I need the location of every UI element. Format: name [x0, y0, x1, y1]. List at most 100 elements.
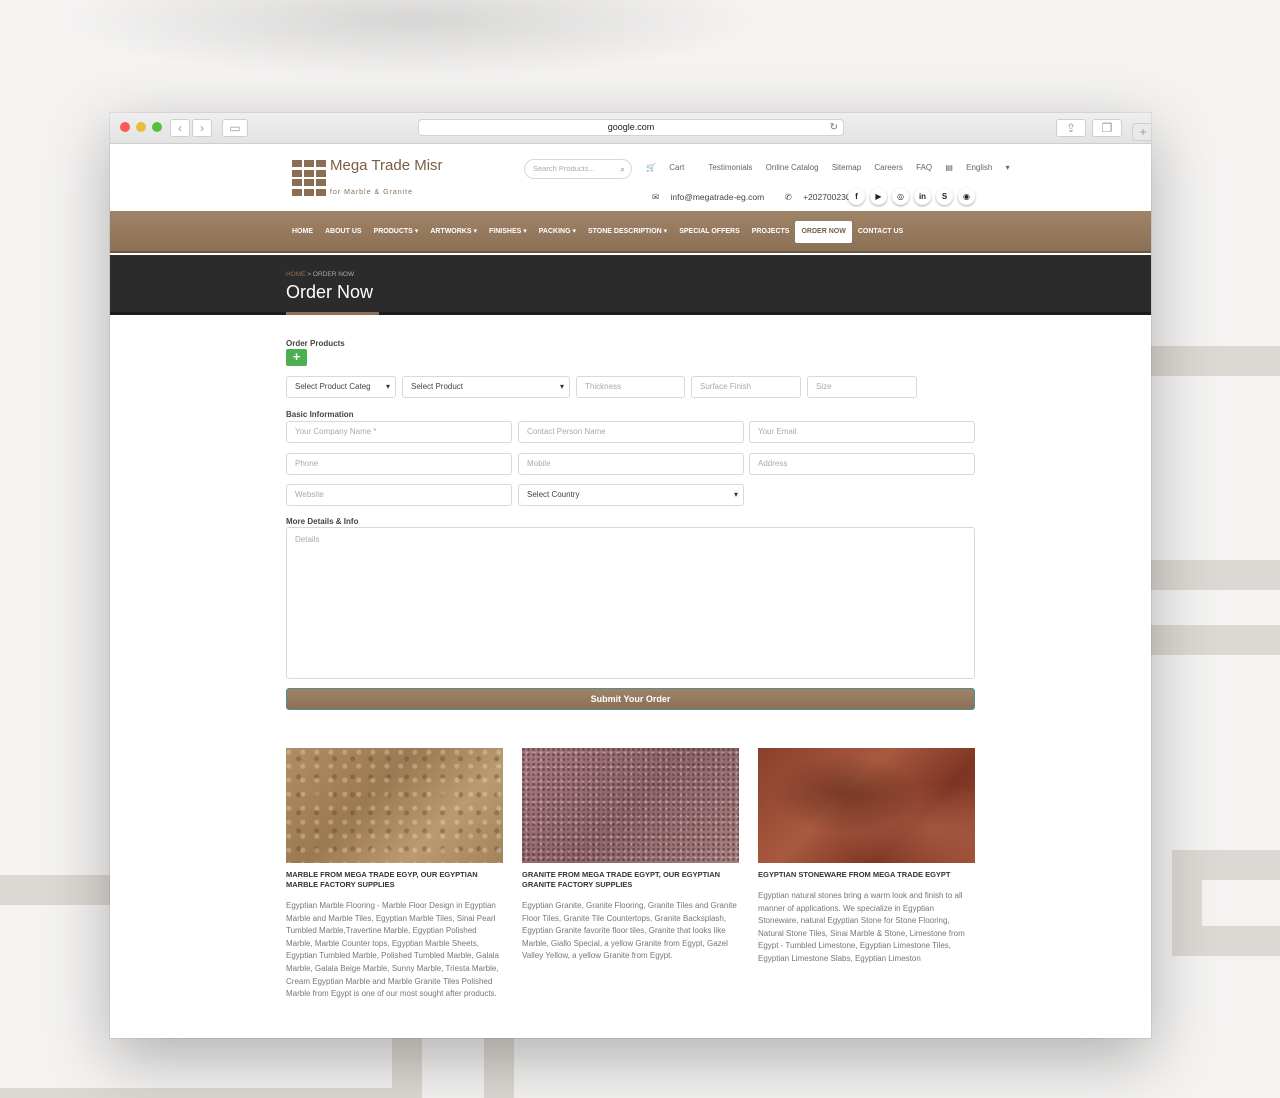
top-link-careers[interactable]: Careers — [874, 163, 902, 172]
product-select[interactable]: Select Product — [402, 376, 570, 398]
breadcrumb-separator: > — [307, 271, 312, 278]
title-accent — [286, 312, 379, 315]
close-window-button[interactable] — [120, 122, 130, 132]
logo-title: Mega Trade Misr — [330, 157, 443, 174]
top-links: 🛒 Cart Testimonials Online Catalog Sitem… — [646, 163, 1032, 172]
nav-home[interactable]: HOME — [286, 221, 319, 243]
top-link-cart[interactable]: 🛒 Cart — [646, 163, 695, 172]
top-link-faq[interactable]: FAQ — [916, 163, 932, 172]
google-icon[interactable]: ◎ — [892, 188, 909, 205]
maximize-window-button[interactable] — [152, 122, 162, 132]
top-link-online-catalog[interactable]: Online Catalog — [766, 163, 819, 172]
tabs-overview-button[interactable]: ❐ — [1092, 119, 1122, 137]
language-selector[interactable]: ▤ English ▾ — [945, 163, 1020, 172]
card-title[interactable]: GRANITE FROM MEGA TRADE EGYPT, OUR EGYPT… — [522, 870, 739, 890]
breadcrumb: HOME > ORDER NOW — [286, 271, 354, 278]
search-icon[interactable]: ⌕ — [620, 160, 625, 178]
more-details-label: More Details & Info — [286, 517, 359, 526]
details-textarea[interactable]: Details — [286, 527, 975, 679]
product-card-marble: MARBLE FROM MEGA TRADE EGYP, OUR EGYPTIA… — [286, 748, 503, 1001]
background-band — [392, 1038, 422, 1098]
card-text: Egyptian natural stones bring a warm loo… — [758, 891, 965, 963]
tabs-icon: ❐ — [1101, 121, 1113, 135]
linkedin-icon[interactable]: in — [914, 188, 931, 205]
chevron-right-icon: › — [200, 121, 204, 135]
nav-products[interactable]: PRODUCTS ▾ — [368, 221, 425, 243]
background-band — [1150, 346, 1280, 376]
breadcrumb-home[interactable]: HOME — [286, 271, 306, 278]
nav-items: HOME ABOUT US PRODUCTS ▾ ARTWORKS ▾ FINI… — [286, 221, 909, 243]
nav-packing[interactable]: PACKING ▾ — [533, 221, 582, 243]
nav-order-now[interactable]: ORDER NOW — [795, 221, 852, 243]
url-text: google.com — [607, 122, 655, 132]
email-input[interactable]: Your Email — [749, 421, 975, 443]
youtube-icon[interactable]: ▶ — [870, 188, 887, 205]
company-name-input[interactable]: Your Company Name * — [286, 421, 512, 443]
size-input[interactable]: Size — [807, 376, 917, 398]
contact-line: ✉ info@megatrade-eg.com ✆ +2027002300 — [652, 192, 873, 203]
nav-about-us[interactable]: ABOUT US — [319, 221, 368, 243]
nav-special-offers[interactable]: SPECIAL OFFERS — [673, 221, 746, 243]
facebook-icon[interactable]: f — [848, 188, 865, 205]
site-header: Mega Trade Misr for Marble & Granite Sea… — [110, 144, 1151, 211]
product-card-granite: GRANITE FROM MEGA TRADE EGYPT, OUR EGYPT… — [522, 748, 739, 963]
background-band — [1150, 625, 1280, 655]
card-title[interactable]: EGYPTIAN STONEWARE FROM MEGA TRADE EGYPT — [758, 870, 975, 880]
reload-icon[interactable]: ↻ — [830, 120, 838, 135]
social-links: f ▶ ◎ in S ◉ — [848, 188, 980, 205]
nav-finishes[interactable]: FINISHES ▾ — [483, 221, 533, 243]
email-link[interactable]: ✉ info@megatrade-eg.com — [652, 192, 773, 202]
address-bar[interactable]: google.com ↻ — [418, 119, 844, 136]
phone-input[interactable]: Phone — [286, 453, 512, 475]
page-title-bar: HOME > ORDER NOW Order Now — [110, 255, 1151, 315]
top-link-sitemap[interactable]: Sitemap — [832, 163, 861, 172]
browser-window: ‹ › ▭ google.com ↻ ⇪ ❐ + Mega Trade Misr… — [110, 113, 1151, 1038]
order-products-label: Order Products — [286, 339, 345, 348]
share-icon: ⇪ — [1065, 121, 1077, 135]
mobile-input[interactable]: Mobile — [518, 453, 744, 475]
sidebar-toggle-button[interactable]: ▭ — [222, 119, 248, 137]
background-glow — [60, 0, 760, 80]
forward-button[interactable]: › — [192, 119, 212, 137]
nav-contact-us[interactable]: CONTACT US — [852, 221, 909, 243]
logo-subtitle: for Marble & Granite — [330, 189, 414, 196]
card-text: Egyptian Granite, Granite Flooring, Gran… — [522, 901, 737, 961]
envelope-icon: ✉ — [652, 192, 660, 202]
nav-projects[interactable]: PROJECTS — [746, 221, 796, 243]
search-input[interactable]: Search Products... ⌕ — [524, 159, 632, 179]
surface-finish-input[interactable]: Surface Finish — [691, 376, 801, 398]
basic-info-label: Basic Information — [286, 410, 354, 419]
add-product-button[interactable]: + — [286, 349, 307, 366]
share-button[interactable]: ⇪ — [1056, 119, 1086, 137]
new-tab-button[interactable]: + — [1132, 123, 1151, 141]
granite-image[interactable] — [522, 748, 739, 863]
stoneware-image[interactable] — [758, 748, 975, 863]
website-input[interactable]: Website — [286, 484, 512, 506]
main-nav: HOME ABOUT US PRODUCTS ▾ ARTWORKS ▾ FINI… — [110, 211, 1151, 253]
country-select[interactable]: Select Country — [518, 484, 744, 506]
chevron-down-icon: ▾ — [1005, 163, 1010, 172]
search-placeholder: Search Products... — [533, 164, 595, 173]
title-bar-shadow — [110, 312, 1151, 315]
nav-artworks[interactable]: ARTWORKS ▾ — [424, 221, 483, 243]
flag-icon: ▤ — [945, 163, 953, 172]
nav-stone-description[interactable]: STONE DESCRIPTION ▾ — [582, 221, 673, 243]
logo-brick-icon — [292, 160, 326, 196]
address-input[interactable]: Address — [749, 453, 975, 475]
submit-order-button[interactable]: Submit Your Order — [286, 688, 975, 710]
top-link-testimonials[interactable]: Testimonials — [708, 163, 752, 172]
background-band — [1150, 560, 1280, 590]
browser-toolbar: ‹ › ▭ google.com ↻ ⇪ ❐ + — [110, 113, 1151, 144]
thickness-input[interactable]: Thickness — [576, 376, 685, 398]
product-card-stoneware: EGYPTIAN STONEWARE FROM MEGA TRADE EGYPT… — [758, 748, 975, 966]
product-category-select[interactable]: Select Product Categ — [286, 376, 396, 398]
skype-icon[interactable]: S — [936, 188, 953, 205]
minimize-window-button[interactable] — [136, 122, 146, 132]
instagram-icon[interactable]: ◉ — [958, 188, 975, 205]
contact-person-input[interactable]: Contact Person Name — [518, 421, 744, 443]
card-title[interactable]: MARBLE FROM MEGA TRADE EGYP, OUR EGYPTIA… — [286, 870, 503, 890]
breadcrumb-current: ORDER NOW — [312, 271, 355, 278]
back-button[interactable]: ‹ — [170, 119, 190, 137]
marble-image[interactable] — [286, 748, 503, 863]
plus-icon: + — [1139, 125, 1147, 139]
